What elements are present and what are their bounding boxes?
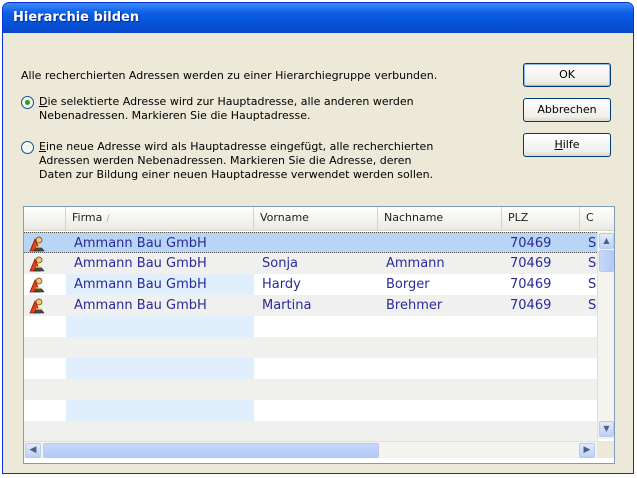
scrollbar-corner bbox=[597, 441, 614, 458]
cell-nachname: Ammann bbox=[386, 256, 445, 271]
cell-plz: 70469 bbox=[510, 236, 552, 251]
table-row[interactable]: Ammann Bau GmbH Hardy Borger 70469 S bbox=[24, 274, 599, 295]
cell-plz: 70469 bbox=[510, 298, 552, 313]
address-table[interactable]: Firma / Vorname Nachname PLZ C Ammann Bau… bbox=[23, 206, 615, 464]
column-header-plz[interactable]: PLZ bbox=[502, 207, 580, 231]
cell-firma: Ammann Bau GmbH bbox=[74, 256, 207, 271]
info-message: Alle recherchierten Adressen werden zu e… bbox=[21, 69, 438, 82]
address-person-icon bbox=[28, 276, 46, 293]
address-person-icon bbox=[28, 255, 46, 272]
horizontal-scroll-thumb[interactable] bbox=[43, 443, 379, 458]
cell-plz: 70469 bbox=[510, 277, 552, 292]
vertical-scrollbar[interactable]: ▲ ▼ bbox=[597, 232, 614, 439]
cell-vorname bbox=[254, 233, 378, 254]
cell-vorname: Martina bbox=[262, 298, 312, 313]
table-row[interactable]: Ammann Bau GmbH Sonja Ammann 70469 S bbox=[24, 253, 599, 274]
address-person-icon bbox=[28, 235, 46, 252]
scroll-left-icon[interactable]: ◀ bbox=[25, 443, 41, 458]
help-button[interactable]: Hilfe bbox=[523, 133, 611, 157]
title-bar[interactable]: Hierarchie bilden bbox=[3, 3, 633, 33]
sort-indicator-icon: / bbox=[106, 214, 110, 224]
option-label: Die selektierte Adresse wird zur Hauptad… bbox=[39, 95, 414, 122]
column-header-vorname[interactable]: Vorname bbox=[254, 207, 378, 231]
address-person-icon bbox=[28, 297, 46, 314]
cell-nachname: Borger bbox=[386, 277, 430, 292]
cell-nachname: Brehmer bbox=[386, 298, 443, 313]
scroll-up-icon[interactable]: ▲ bbox=[599, 233, 614, 249]
radio-button-selected[interactable] bbox=[21, 96, 34, 109]
radio-button[interactable] bbox=[21, 141, 34, 154]
cell-vorname: Hardy bbox=[262, 277, 301, 292]
cell-nachname bbox=[378, 233, 502, 254]
column-header-nachname[interactable]: Nachname bbox=[378, 207, 502, 231]
cell-firma: Ammann Bau GmbH bbox=[74, 298, 207, 313]
window-title: Hierarchie bilden bbox=[13, 10, 140, 25]
vertical-scroll-thumb[interactable] bbox=[599, 250, 614, 272]
empty-table-row[interactable] bbox=[24, 379, 599, 400]
table-header: Firma / Vorname Nachname PLZ C bbox=[24, 207, 614, 231]
scroll-down-icon[interactable]: ▼ bbox=[599, 421, 614, 437]
horizontal-scrollbar[interactable]: ◀ ▶ bbox=[24, 441, 597, 458]
ok-button[interactable]: OK bbox=[523, 63, 611, 87]
option-label: Eine neue Adresse wird als Hauptadresse … bbox=[39, 140, 434, 181]
column-header-c[interactable]: C bbox=[580, 207, 614, 231]
cancel-button[interactable]: Abbrechen bbox=[523, 98, 611, 122]
column-header-firma[interactable]: Firma / bbox=[66, 207, 254, 231]
cell-vorname: Sonja bbox=[262, 256, 299, 271]
empty-table-row[interactable] bbox=[24, 358, 599, 379]
dialog-window: Hierarchie bilden Alle recherchierten Ad… bbox=[2, 2, 634, 474]
scroll-right-icon[interactable]: ▶ bbox=[579, 443, 595, 458]
empty-table-row[interactable] bbox=[24, 337, 599, 358]
header-icon-column[interactable] bbox=[24, 207, 66, 231]
table-row-selected[interactable]: Ammann Bau GmbH 70469 S bbox=[24, 232, 599, 253]
empty-table-row[interactable] bbox=[24, 316, 599, 337]
cell-plz: 70469 bbox=[510, 256, 552, 271]
empty-table-row[interactable] bbox=[24, 400, 599, 421]
empty-table-row[interactable] bbox=[24, 421, 599, 442]
cell-firma: Ammann Bau GmbH bbox=[74, 236, 207, 251]
cell-firma: Ammann Bau GmbH bbox=[74, 277, 207, 292]
table-row[interactable]: Ammann Bau GmbH Martina Brehmer 70469 S bbox=[24, 295, 599, 316]
